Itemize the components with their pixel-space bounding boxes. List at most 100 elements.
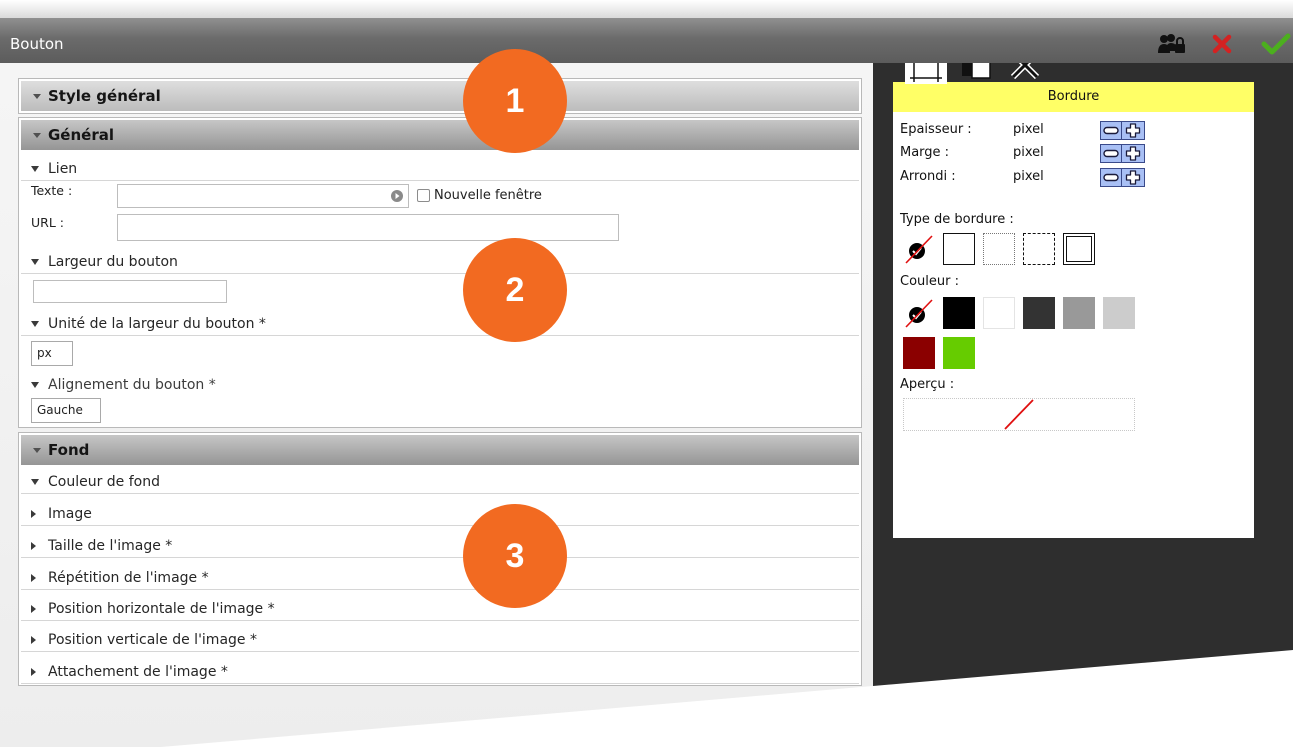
image-horizontal-position-toggle[interactable]: Position horizontale de l'image *: [21, 598, 859, 621]
style-general-section: Style général: [18, 78, 862, 114]
background-image-toggle[interactable]: Image: [21, 503, 859, 526]
check-icon[interactable]: [1261, 32, 1291, 56]
subsection-label: Attachement de l'image *: [48, 664, 228, 680]
radius-unit: pixel: [1013, 169, 1044, 184]
no-border-swatch[interactable]: [903, 233, 935, 265]
alignment-select[interactable]: Gauche: [31, 398, 101, 423]
border-preview: [903, 398, 1135, 431]
decrease-icon[interactable]: [1101, 122, 1122, 139]
color-swatch-black[interactable]: [943, 297, 975, 329]
expand-arrow-icon: [31, 479, 39, 485]
section-title: Général: [48, 126, 114, 144]
subsection-label: Position horizontale de l'image *: [48, 601, 275, 617]
callout-badge: 2: [463, 238, 567, 342]
callout-badge: 1: [463, 49, 567, 153]
thickness-unit: pixel: [1013, 122, 1044, 137]
link-text-label: Texte :: [31, 183, 73, 198]
border-panel-title: Bordure: [1047, 89, 1100, 104]
double-border-swatch[interactable]: [1063, 233, 1095, 265]
increase-icon[interactable]: [1122, 145, 1144, 162]
border-type-label: Type de bordure :: [900, 212, 1014, 227]
link-subsection-toggle[interactable]: Lien: [21, 158, 859, 181]
thickness-stepper: [1100, 121, 1145, 140]
expand-arrow-icon: [31, 259, 39, 265]
link-text-input[interactable]: [117, 184, 409, 208]
width-unit-subsection-toggle[interactable]: Unité de la largeur du bouton *: [21, 313, 859, 336]
color-swatch-green[interactable]: [943, 337, 975, 369]
width-unit-select[interactable]: px: [31, 341, 73, 366]
new-window-checkbox[interactable]: [417, 189, 430, 202]
background-section: Fond Couleur de fond Image Taille de l'i…: [18, 432, 862, 686]
section-arrow-icon: [33, 94, 41, 99]
subsection-label: Unité de la largeur du bouton *: [48, 316, 266, 332]
dotted-border-swatch[interactable]: [983, 233, 1015, 265]
margin-stepper: [1100, 144, 1145, 163]
color-label: Couleur :: [900, 274, 959, 289]
section-arrow-icon: [33, 448, 41, 453]
general-section: Général Lien Texte : Nouvelle fenêtre UR…: [18, 117, 862, 428]
margin-label: Marge :: [900, 145, 950, 160]
decrease-icon[interactable]: [1101, 145, 1122, 162]
subsection-label: Position verticale de l'image *: [48, 632, 257, 648]
subsection-label: Lien: [48, 161, 78, 177]
button-width-input[interactable]: [33, 280, 227, 303]
preview-label: Aperçu :: [900, 377, 955, 392]
window-title: Bouton: [10, 35, 64, 53]
image-attachment-toggle[interactable]: Attachement de l'image *: [21, 661, 859, 684]
subsection-label: Alignement du bouton *: [48, 377, 216, 393]
increase-icon[interactable]: [1122, 169, 1144, 186]
no-color-swatch[interactable]: [903, 297, 935, 329]
screen: Bouton Style général Général Lien Texte …: [0, 0, 1293, 747]
border-panel: Bordure Epaisseur : pixel Marge : pixel …: [893, 82, 1254, 538]
alignment-subsection-toggle[interactable]: Alignement du bouton *: [21, 374, 859, 397]
increase-icon[interactable]: [1122, 122, 1144, 139]
collapsed-arrow-icon: [31, 542, 36, 550]
decrease-icon[interactable]: [1101, 169, 1122, 186]
radius-label: Arrondi :: [900, 169, 956, 184]
margin-unit: pixel: [1013, 145, 1044, 160]
color-swatch-dark-gray[interactable]: [1023, 297, 1055, 329]
section-title: Style général: [48, 87, 161, 105]
collapsed-arrow-icon: [31, 605, 36, 613]
section-arrow-icon: [33, 133, 41, 138]
background-header[interactable]: Fond: [21, 435, 859, 465]
color-swatch-light-gray[interactable]: [1103, 297, 1135, 329]
expand-arrow-icon: [31, 382, 39, 388]
section-title: Fond: [48, 441, 90, 459]
image-size-toggle[interactable]: Taille de l'image *: [21, 535, 859, 558]
dashed-border-swatch[interactable]: [1023, 233, 1055, 265]
top-shadow: [0, 0, 1293, 20]
url-label: URL :: [31, 215, 64, 230]
color-swatch-gray[interactable]: [1063, 297, 1095, 329]
solid-border-swatch[interactable]: [943, 233, 975, 265]
callout-badge: 3: [463, 504, 567, 608]
thickness-label: Epaisseur :: [900, 122, 972, 137]
subsection-label: Taille de l'image *: [48, 538, 173, 554]
general-header[interactable]: Général: [21, 120, 859, 150]
new-window-label: Nouvelle fenêtre: [434, 188, 542, 203]
subsection-label: Répétition de l'image *: [48, 570, 209, 586]
width-subsection-toggle[interactable]: Largeur du bouton: [21, 251, 859, 274]
style-general-header[interactable]: Style général: [21, 81, 859, 111]
color-swatch-white[interactable]: [983, 297, 1015, 329]
background-color-toggle[interactable]: Couleur de fond: [21, 471, 859, 494]
window-titlebar: Bouton: [0, 18, 1293, 63]
collapsed-arrow-icon: [31, 636, 36, 644]
image-vertical-position-toggle[interactable]: Position verticale de l'image *: [21, 629, 859, 652]
subsection-label: Largeur du bouton: [48, 254, 178, 270]
collapsed-arrow-icon: [31, 510, 36, 518]
image-repeat-toggle[interactable]: Répétition de l'image *: [21, 567, 859, 590]
users-lock-icon[interactable]: [1158, 33, 1186, 55]
collapsed-arrow-icon: [31, 668, 36, 676]
radius-stepper: [1100, 168, 1145, 187]
close-icon[interactable]: [1212, 34, 1232, 54]
border-panel-header: Bordure: [893, 82, 1254, 112]
subsection-label: Image: [48, 506, 92, 522]
expand-arrow-icon: [31, 166, 39, 172]
go-arrow-icon[interactable]: [391, 190, 403, 202]
color-swatch-dark-red[interactable]: [903, 337, 935, 369]
collapsed-arrow-icon: [31, 574, 36, 582]
url-input[interactable]: [117, 214, 619, 241]
expand-arrow-icon: [31, 321, 39, 327]
subsection-label: Couleur de fond: [48, 474, 160, 490]
